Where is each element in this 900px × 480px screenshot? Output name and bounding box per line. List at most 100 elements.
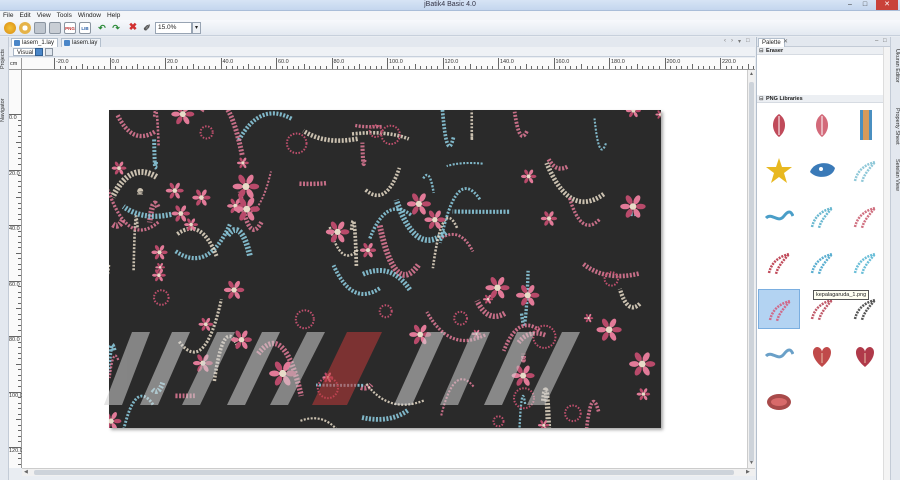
motif-thumbnail-icon (812, 347, 832, 367)
vertical-scrollbar[interactable]: ▲ ▼ (747, 70, 755, 468)
doc-tab-1[interactable]: lasem_1.lay (11, 38, 59, 47)
palette-item[interactable] (801, 243, 843, 283)
right-side-panel: Ukuran Editor Property Sheet Setelan Vie… (890, 37, 900, 480)
motif-thumbnail-icon (772, 114, 786, 137)
palette-item[interactable] (758, 243, 800, 283)
palette-item[interactable] (844, 151, 886, 191)
open-project-button[interactable] (19, 22, 31, 34)
palette-item[interactable] (758, 335, 800, 375)
motif-thumbnail-icon (768, 298, 794, 322)
chevron-down-icon[interactable]: ▾ (192, 22, 201, 34)
layout-file-icon (64, 40, 70, 46)
tool-x-icon[interactable]: ✖ (127, 22, 139, 34)
motif-thumbnail-icon (815, 114, 829, 137)
tab-property-sheet[interactable]: Property Sheet (892, 103, 900, 149)
main-toolbar: PNG LIB ↶ ↷ ✖ ✐ 15.0% ▾ (0, 20, 900, 36)
view-toolbar: Visual (9, 47, 755, 57)
motif-thumbnail-icon (810, 251, 836, 275)
vertical-scroll-thumb[interactable] (749, 82, 754, 462)
close-button[interactable]: ✕ (876, 0, 898, 10)
palette-item[interactable] (758, 151, 800, 191)
scroll-down-icon[interactable]: ▼ (749, 460, 754, 466)
tab-ukuran-editor[interactable]: Ukuran Editor (892, 43, 900, 89)
ruler-label: 100.0 (389, 59, 403, 65)
maximize-button[interactable]: □ (858, 0, 872, 10)
ruler-label: 140.0 (500, 59, 514, 65)
ruler-label: 120.0 (444, 59, 459, 65)
motif-thumbnail-icon (766, 158, 792, 183)
scroll-left-icon[interactable]: ◀ (24, 469, 28, 475)
view-mode-icon[interactable] (35, 48, 43, 56)
save-button[interactable] (49, 22, 61, 34)
zoom-input[interactable]: 15.0% (155, 22, 192, 34)
save-all-button[interactable] (34, 22, 46, 34)
scroll-right-icon[interactable]: ▶ (746, 469, 750, 475)
library-button[interactable]: LIB (79, 22, 91, 34)
horizontal-scrollbar[interactable]: ◀ ▶ (22, 468, 755, 476)
menu-view[interactable]: View (34, 11, 54, 20)
doc-tab-2[interactable]: lasem.lay (61, 38, 102, 47)
motif-thumbnail-icon (853, 251, 879, 275)
tab-navigator[interactable]: Navigator (0, 89, 9, 131)
ruler-label: 40.0 (222, 59, 234, 65)
minimize-palette-icon[interactable]: – (875, 38, 878, 44)
palette-item[interactable] (801, 105, 843, 145)
title-bar: jBatik4 Basic 4.0 – □ ✕ (0, 0, 900, 11)
ruler-label: 180.0 (611, 59, 625, 65)
palette-item[interactable] (801, 197, 843, 237)
palette-item[interactable] (758, 381, 800, 421)
palette-item[interactable] (844, 105, 886, 145)
menu-window[interactable]: Window (75, 11, 104, 20)
vertical-ruler: 0.0 20.0 40.0 60.0 80.0 100.0 120.0 (9, 70, 23, 468)
tab-list-icon[interactable]: ▾ (738, 38, 741, 45)
motif-thumbnail-icon (853, 205, 879, 229)
ruler-label: 80.0 (333, 59, 345, 65)
tab-visual[interactable]: Visual (13, 48, 38, 56)
palette-item[interactable] (758, 105, 800, 145)
tab-setelan-view[interactable]: Setelan View (892, 155, 900, 195)
tab-projects[interactable]: Projects (0, 41, 9, 77)
restore-palette-icon[interactable]: □ (883, 38, 887, 44)
palette-item[interactable] (844, 243, 886, 283)
motif-thumbnail-icon (767, 394, 791, 410)
window-title: jBatik4 Basic 4.0 (424, 1, 476, 8)
menu-help[interactable]: Help (104, 11, 123, 20)
undo-icon[interactable]: ↶ (96, 22, 108, 34)
tab-palette[interactable]: Palette (758, 38, 785, 47)
close-palette-icon[interactable]: ✕ (783, 38, 788, 45)
ruler-label: 0.0 (9, 115, 17, 121)
motif-thumbnail-icon (853, 159, 879, 183)
redo-icon[interactable]: ↷ (110, 22, 122, 34)
grid-toggle-icon[interactable] (45, 48, 53, 56)
maximize-editor-icon[interactable]: □ (746, 38, 750, 44)
menu-edit[interactable]: Edit (16, 11, 33, 20)
doc-tab-2-label: lasem.lay (72, 40, 98, 46)
palette-item[interactable] (758, 289, 800, 329)
palette-panel: Palette ✕ – □ ⊟ Eraser ⊟ PNG Libraries (756, 37, 891, 480)
new-project-button[interactable] (4, 22, 16, 34)
palette-item[interactable] (758, 197, 800, 237)
tab-scroll-left-icon[interactable]: ‹ (724, 38, 726, 44)
category-png-libraries[interactable]: ⊟ PNG Libraries (757, 95, 883, 103)
menu-file[interactable]: File (0, 11, 16, 20)
export-png-button[interactable]: PNG (64, 22, 76, 34)
collapse-icon[interactable]: ⊟ (759, 47, 764, 55)
palette-item[interactable] (844, 335, 886, 375)
motif-thumbnail-icon (860, 110, 872, 140)
palette-item[interactable] (801, 335, 843, 375)
menu-tools[interactable]: Tools (54, 11, 75, 20)
palette-item[interactable] (844, 197, 886, 237)
palette-item[interactable] (801, 151, 843, 191)
menu-bar: File Edit View Tools Window Help (0, 11, 900, 20)
ruler-label: 20.0 (167, 59, 178, 65)
horizontal-scroll-thumb[interactable] (34, 470, 734, 475)
tab-scroll-right-icon[interactable]: › (731, 38, 733, 44)
left-side-panel: Projects Navigator (0, 37, 9, 480)
horizontal-ruler: -20.0 0.0 20.0 40.0 60.0 80.0 100.0 120.0 140.0 1… (22, 58, 755, 70)
category-eraser[interactable]: ⊟ Eraser (757, 47, 883, 55)
scroll-up-icon[interactable]: ▲ (749, 71, 754, 77)
design-canvas[interactable] (22, 70, 747, 468)
magic-wand-icon[interactable]: ✐ (141, 22, 153, 34)
collapse-icon[interactable]: ⊟ (759, 95, 764, 103)
minimize-button[interactable]: – (843, 0, 857, 10)
